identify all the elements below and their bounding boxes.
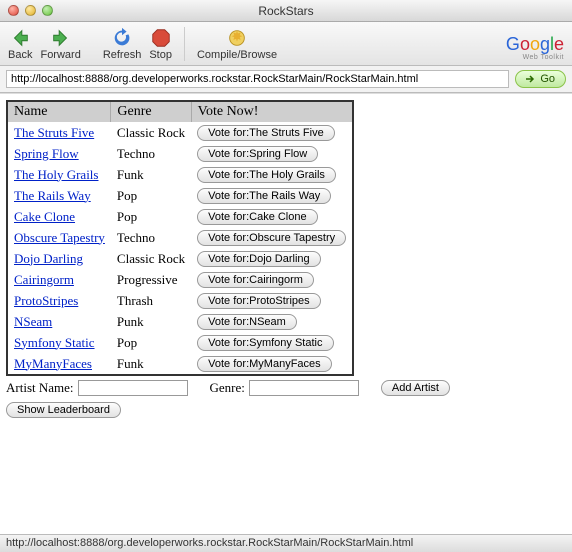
genre-cell: Classic Rock [111, 248, 191, 269]
genre-cell: Pop [111, 185, 191, 206]
artist-link[interactable]: Cairingorm [14, 272, 74, 287]
table-row: Symfony Static Pop Vote for:Symfony Static [7, 332, 353, 353]
stop-icon [150, 27, 172, 49]
forward-arrow-icon [50, 27, 72, 49]
vote-button[interactable]: Vote for:Symfony Static [197, 335, 333, 351]
table-row: The Struts Five Classic Rock Vote for:The … [7, 122, 353, 143]
table-row: The Holy Grails Funk Vote for:The Holy Gra… [7, 164, 353, 185]
table-row: Cairingorm Progressive Vote for:Cairingorm [7, 269, 353, 290]
stop-button[interactable]: Stop [149, 27, 172, 61]
page-content: Name Genre Vote Now! The Struts Five Clas… [0, 93, 572, 534]
stop-label: Stop [149, 49, 172, 61]
vote-button[interactable]: Vote for:The Struts Five [197, 125, 335, 141]
zoom-icon[interactable] [42, 5, 53, 16]
show-leaderboard-button[interactable]: Show Leaderboard [6, 402, 121, 418]
table-row: NSeam Punk Vote for:NSeam [7, 311, 353, 332]
table-row: Obscure Tapestry Techno Vote for:Obscure T… [7, 227, 353, 248]
vote-button[interactable]: Vote for:The Holy Grails [197, 167, 336, 183]
genre-cell: Techno [111, 227, 191, 248]
browser-toolbar: Back Forward Refresh Stop Compile/Browse… [0, 22, 572, 66]
genre-cell: Funk [111, 164, 191, 185]
refresh-label: Refresh [103, 49, 142, 61]
google-web-toolkit-logo: Google Web Toolkit [506, 34, 564, 61]
add-artist-form: Artist Name: Genre: Add Artist [6, 380, 566, 396]
col-header-genre: Genre [111, 101, 191, 122]
artist-link[interactable]: The Struts Five [14, 125, 94, 140]
add-artist-button[interactable]: Add Artist [381, 380, 450, 396]
genre-label: Genre: [210, 380, 245, 396]
table-row: Dojo Darling Classic Rock Vote for:Dojo Da… [7, 248, 353, 269]
col-header-vote: Vote Now! [191, 101, 353, 122]
vote-button[interactable]: Vote for:MyManyFaces [197, 356, 332, 372]
col-header-name: Name [7, 101, 111, 122]
artists-table: Name Genre Vote Now! The Struts Five Clas… [6, 100, 354, 376]
compile-browse-button[interactable]: Compile/Browse [197, 27, 277, 61]
vote-button[interactable]: Vote for:NSeam [197, 314, 297, 330]
genre-cell: Progressive [111, 269, 191, 290]
refresh-button[interactable]: Refresh [103, 27, 142, 61]
genre-cell: Classic Rock [111, 122, 191, 143]
artist-name-label: Artist Name: [6, 380, 74, 396]
genre-cell: Pop [111, 332, 191, 353]
genre-cell: Pop [111, 206, 191, 227]
artist-link[interactable]: Spring Flow [14, 146, 79, 161]
forward-label: Forward [40, 49, 80, 61]
back-label: Back [8, 49, 32, 61]
vote-button[interactable]: Vote for:The Rails Way [197, 188, 331, 204]
window-title: RockStars [258, 4, 313, 18]
genre-cell: Thrash [111, 290, 191, 311]
window-titlebar: RockStars [0, 0, 572, 22]
vote-button[interactable]: Vote for:Dojo Darling [197, 251, 321, 267]
vote-button[interactable]: Vote for:ProtoStripes [197, 293, 321, 309]
url-input[interactable] [6, 70, 509, 88]
brand-subtitle: Web Toolkit [506, 55, 564, 61]
vote-button[interactable]: Vote for:Spring Flow [197, 146, 318, 162]
artist-link[interactable]: Obscure Tapestry [14, 230, 105, 245]
back-arrow-icon [9, 27, 31, 49]
toolbar-separator [184, 27, 185, 61]
status-bar: http://localhost:8888/org.developerworks… [0, 534, 572, 552]
genre-cell: Funk [111, 353, 191, 375]
window-controls [8, 5, 53, 16]
go-button[interactable]: Go [515, 70, 566, 88]
artist-link[interactable]: The Holy Grails [14, 167, 98, 182]
artist-link[interactable]: NSeam [14, 314, 52, 329]
compile-icon [226, 27, 248, 49]
vote-button[interactable]: Vote for:Cake Clone [197, 209, 317, 225]
go-label: Go [540, 73, 555, 85]
forward-button[interactable]: Forward [40, 27, 80, 61]
artist-link[interactable]: Dojo Darling [14, 251, 83, 266]
close-icon[interactable] [8, 5, 19, 16]
minimize-icon[interactable] [25, 5, 36, 16]
artist-link[interactable]: Cake Clone [14, 209, 75, 224]
artist-link[interactable]: MyManyFaces [14, 356, 92, 371]
table-row: Cake Clone Pop Vote for:Cake Clone [7, 206, 353, 227]
address-bar: Go [0, 66, 572, 93]
go-arrow-icon [526, 74, 536, 84]
vote-button[interactable]: Vote for:Obscure Tapestry [197, 230, 346, 246]
artist-link[interactable]: ProtoStripes [14, 293, 78, 308]
genre-cell: Techno [111, 143, 191, 164]
compile-label: Compile/Browse [197, 49, 277, 61]
table-row: MyManyFaces Funk Vote for:MyManyFaces [7, 353, 353, 375]
back-button[interactable]: Back [8, 27, 32, 61]
table-row: ProtoStripes Thrash Vote for:ProtoStripes [7, 290, 353, 311]
artist-name-input[interactable] [78, 380, 188, 396]
table-row: Spring Flow Techno Vote for:Spring Flow [7, 143, 353, 164]
genre-input[interactable] [249, 380, 359, 396]
artist-link[interactable]: The Rails Way [14, 188, 91, 203]
status-text: http://localhost:8888/org.developerworks… [6, 537, 413, 549]
genre-cell: Punk [111, 311, 191, 332]
vote-button[interactable]: Vote for:Cairingorm [197, 272, 314, 288]
table-row: The Rails Way Pop Vote for:The Rails Way [7, 185, 353, 206]
refresh-icon [111, 27, 133, 49]
artist-link[interactable]: Symfony Static [14, 335, 95, 350]
